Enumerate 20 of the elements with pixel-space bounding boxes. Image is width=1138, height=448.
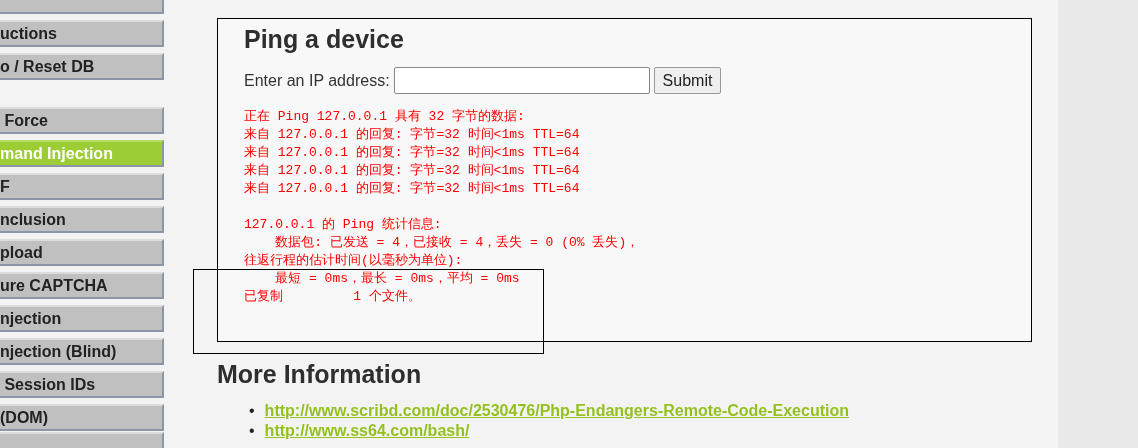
sidebar-item[interactable]: Force <box>0 107 164 134</box>
sidebar-item[interactable]: ure CAPTCHA <box>0 272 164 299</box>
submit-button[interactable]: Submit <box>653 67 722 94</box>
sidebar-item[interactable]: uctions <box>0 20 164 47</box>
sidebar-item[interactable]: njection (Blind) <box>0 338 164 365</box>
sidebar-item[interactable]: F <box>0 173 164 200</box>
sidebar-item[interactable]: nclusion <box>0 206 164 233</box>
section-title: More Information <box>217 360 423 389</box>
sidebar-item[interactable]: (DOM) <box>0 404 164 431</box>
sidebar-item[interactable]: njection <box>0 305 164 332</box>
sidebar-item[interactable]: pload <box>0 239 164 266</box>
sidebar-item[interactable]: Session IDs <box>0 371 164 398</box>
ip-label: Enter an IP address: <box>244 71 390 90</box>
panel-title: Ping a device <box>244 25 405 54</box>
ip-input-field[interactable] <box>393 67 650 94</box>
bullet: • <box>249 421 255 441</box>
sidebar-item[interactable]: o / Reset DB <box>0 53 164 80</box>
ping-output: 正在 Ping 127.0.0.1 具有 32 字节的数据: 来自 127.0.0.1 的回复: 字节=32 时间<1ms TTL=64 来自 127.0.0.1 的回复: 字节=32 时间<1ms TTL=64 来自 127.0.0.1 的回复: 字节=32 时间<1ms TTL=64 来自 127.0.0.1 的回复: 字节=32 时间<1ms TTL=64 <box>244 108 581 198</box>
ping-output: 127.0.0.1 的 Ping 统计信息: 数据包: 已发送 = 4，已接收 = 4，丢失 = 0 (0% 丢失)， 往返行程的估计时间(以毫秒为单位): 最短 = 0ms，最长 = 0ms，平均 = 0ms 已复制 1 个文件。 <box>244 216 641 306</box>
bullet: • <box>249 401 255 421</box>
